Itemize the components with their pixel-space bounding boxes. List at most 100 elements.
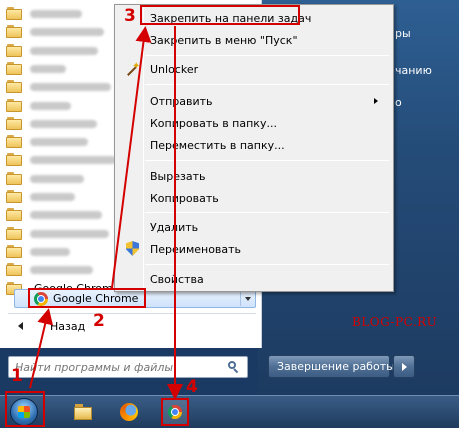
explorer-folder-icon[interactable] <box>72 402 94 422</box>
program-folder-item[interactable] <box>6 78 116 96</box>
menu-item-label: Переместить в папку... <box>150 139 285 152</box>
step-number-4: 4 <box>186 377 198 397</box>
menu-item-cut[interactable]: Вырезать <box>118 165 390 187</box>
step-number-2: 2 <box>93 311 105 331</box>
shutdown-options-button[interactable] <box>393 355 415 378</box>
folder-icon <box>6 226 22 240</box>
back-label: Назад <box>50 320 86 333</box>
menu-item-pin-start[interactable]: Закрепить в меню "Пуск" <box>118 29 390 51</box>
blurred-label <box>30 83 111 92</box>
blurred-label <box>30 28 104 37</box>
program-folder-item[interactable] <box>6 151 117 169</box>
menu-item-send-to[interactable]: Отправить <box>118 90 390 112</box>
menu-item-label: Отправить <box>150 95 213 108</box>
folder-icon <box>6 208 22 222</box>
watermark: BLOG-PC.RU <box>352 315 438 329</box>
program-folder-item[interactable] <box>6 60 116 78</box>
folder-icon <box>6 116 22 130</box>
right-pane-item-3[interactable]: о <box>395 96 402 109</box>
blurred-label <box>30 193 75 201</box>
folder-icon <box>6 263 22 277</box>
uac-shield-icon <box>126 241 139 256</box>
blurred-label <box>30 46 99 55</box>
menu-item-properties[interactable]: Свойства <box>118 268 390 290</box>
chevron-down-icon[interactable] <box>245 297 251 301</box>
program-folder-item[interactable] <box>6 170 116 188</box>
program-folder-item[interactable] <box>6 5 116 23</box>
program-folder-item[interactable] <box>6 97 116 115</box>
blurred-label <box>30 229 110 238</box>
folder-icon <box>6 7 22 20</box>
folder-icon <box>6 80 22 94</box>
menu-separator <box>145 84 389 85</box>
chevron-right-icon <box>374 98 378 104</box>
blurred-label <box>30 138 88 147</box>
blurred-label <box>30 156 117 165</box>
program-folder-item[interactable] <box>6 261 116 279</box>
blurred-label <box>30 211 102 220</box>
blurred-label <box>30 10 83 18</box>
program-folder-item[interactable] <box>6 42 116 60</box>
folder-icon <box>6 98 22 112</box>
menu-item-label: Unlocker <box>150 63 199 76</box>
program-folder-item[interactable] <box>6 115 116 133</box>
menu-item-unlocker[interactable]: ✦ Unlocker <box>118 58 390 80</box>
search-field[interactable] <box>8 356 248 378</box>
folder-icon <box>6 153 22 167</box>
program-folder-item[interactable] <box>6 133 116 151</box>
shutdown-label: Завершение работы <box>277 360 395 373</box>
menu-item-label: Копировать <box>150 192 219 205</box>
menu-separator <box>145 212 389 213</box>
firefox-icon[interactable] <box>118 402 140 422</box>
right-pane-item-2[interactable]: чанию <box>395 64 432 77</box>
menu-item-delete[interactable]: Удалить <box>118 216 390 238</box>
folder-icon <box>6 61 22 75</box>
menu-item-copy-to-folder[interactable]: Копировать в папку... <box>118 112 390 134</box>
menu-item-copy[interactable]: Копировать <box>118 187 390 209</box>
menu-separator <box>145 264 389 265</box>
blurred-label <box>30 101 72 110</box>
right-pane-item-1[interactable]: ры <box>395 27 411 40</box>
menu-item-label: Свойства <box>150 273 204 286</box>
menu-item-label: Копировать в папку... <box>150 117 277 130</box>
blurred-label <box>30 247 70 256</box>
back-button[interactable]: Назад <box>14 318 164 336</box>
folder-icon <box>6 25 22 39</box>
menu-item-label: Переименовать <box>150 243 242 256</box>
taskbar <box>0 395 459 428</box>
blurred-label <box>30 174 84 183</box>
folder-icon <box>6 43 22 57</box>
program-folder-item[interactable] <box>6 243 116 261</box>
menu-item-label: Вырезать <box>150 170 206 183</box>
program-folder-item[interactable] <box>6 225 116 243</box>
menu-item-label: Удалить <box>150 221 199 234</box>
chevron-right-icon <box>402 363 407 371</box>
highlight-box-chrome-item <box>28 288 146 308</box>
menu-item-move-to-folder[interactable]: Переместить в папку... <box>118 134 390 156</box>
menu-separator <box>145 160 389 161</box>
highlight-box-pin-taskbar <box>140 5 300 25</box>
menu-separator <box>145 55 389 56</box>
program-folder-item[interactable] <box>6 188 116 206</box>
divider <box>8 313 256 314</box>
folder-icon <box>6 135 22 149</box>
search-icon[interactable] <box>228 361 239 374</box>
split-divider <box>240 292 241 306</box>
step-number-1: 1 <box>11 366 23 386</box>
program-folder-item[interactable] <box>6 23 116 41</box>
folder-icon <box>6 244 22 258</box>
menu-item-rename[interactable]: Переименовать <box>118 238 390 260</box>
blurred-label <box>30 119 97 128</box>
context-menu: Закрепить на панели задач Закрепить в ме… <box>114 4 394 292</box>
folder-icon <box>6 171 22 185</box>
highlight-box-taskbar-chrome <box>161 398 189 426</box>
shutdown-button[interactable]: Завершение работы <box>268 355 395 378</box>
highlight-box-start-orb <box>5 391 45 427</box>
back-arrow-icon <box>18 322 23 330</box>
unlocker-wand-icon: ✦ <box>124 61 140 77</box>
search-input[interactable] <box>15 359 220 375</box>
step-number-3: 3 <box>124 6 136 26</box>
program-folder-item[interactable] <box>6 206 116 224</box>
menu-item-label: Закрепить в меню "Пуск" <box>150 34 298 47</box>
blurred-label <box>30 266 93 275</box>
